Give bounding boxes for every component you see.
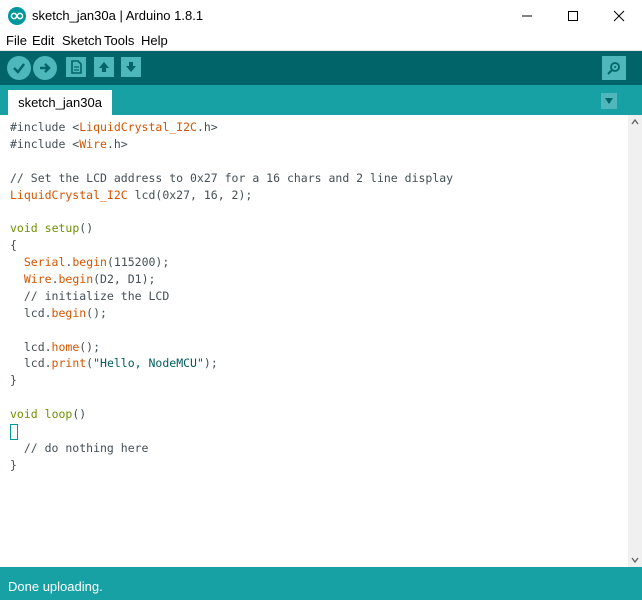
open-sketch-button[interactable] [94,57,114,77]
code-line: Serial.begin(115200); [23,255,170,270]
save-icon [126,62,136,72]
code-line: lcd.print("Hello, NodeMCU"); [10,356,218,371]
code-line [10,423,453,440]
maximize-button[interactable] [550,0,596,31]
code-line: // Set the LCD address to 0x27 for a 16 … [10,170,454,185]
menu-sketch[interactable]: Sketch [62,33,102,48]
code-line: void setup() [10,221,94,236]
code-line: } [10,457,17,472]
open-icon [99,62,109,72]
maximize-icon [568,10,578,21]
close-button[interactable] [596,0,642,31]
status-message: Done uploading. [8,579,103,594]
upload-button[interactable] [33,56,57,80]
new-sketch-button[interactable] [66,57,86,77]
verify-button[interactable] [7,56,31,80]
scroll-up-arrow-icon[interactable] [631,119,639,125]
menu-file[interactable]: File [6,33,27,48]
status-bar: Done uploading. [0,567,642,600]
code-line: { [10,238,17,253]
tab-sketch[interactable]: sketch_jan30a [8,90,112,115]
serial-monitor-button[interactable] [602,56,626,80]
menu-help[interactable]: Help [141,33,168,48]
title-bar: sketch_jan30a | Arduino 1.8.1 [0,0,642,31]
menu-bar: File Edit Sketch Tools Help [0,31,642,51]
new-icon [71,60,82,74]
menu-tools[interactable]: Tools [104,33,134,48]
code-line: void loop() [10,407,87,422]
code-line: } [10,373,17,388]
code-line: // initialize the LCD [10,288,170,303]
code-line: LiquidCrystal_I2C lcd(0x27, 16, 2); [10,187,253,202]
code-line: #include <Wire.h> [10,136,128,151]
tab-menu-button[interactable] [601,93,617,109]
code-area[interactable]: #include <LiquidCrystal_I2C.h> #include … [10,119,453,474]
arduino-logo-icon [8,7,26,25]
code-line: #include <LiquidCrystal_I2C.h> [10,120,218,134]
tab-strip: sketch_jan30a [0,85,642,115]
code-line: Wire.begin(D2, D1); [23,272,156,287]
window-title: sketch_jan30a | Arduino 1.8.1 [32,8,204,23]
menu-edit[interactable]: Edit [32,33,54,48]
scroll-down-arrow-icon[interactable] [631,557,639,563]
chevron-down-icon [605,98,613,104]
serial-monitor-icon [607,62,620,75]
code-line: // do nothing here [10,440,149,455]
minimize-icon [522,15,532,16]
code-editor[interactable]: #include <LiquidCrystal_I2C.h> #include … [0,115,628,567]
minimize-button[interactable] [504,0,550,31]
verify-icon [13,63,25,74]
close-icon [613,10,625,21]
save-sketch-button[interactable] [121,57,141,77]
toolbar [0,51,642,85]
text-cursor [10,423,18,440]
vertical-scrollbar[interactable] [628,115,642,567]
upload-icon [40,63,51,73]
code-line: lcd.home(); [10,339,101,354]
code-line: lcd.begin(); [10,305,107,320]
